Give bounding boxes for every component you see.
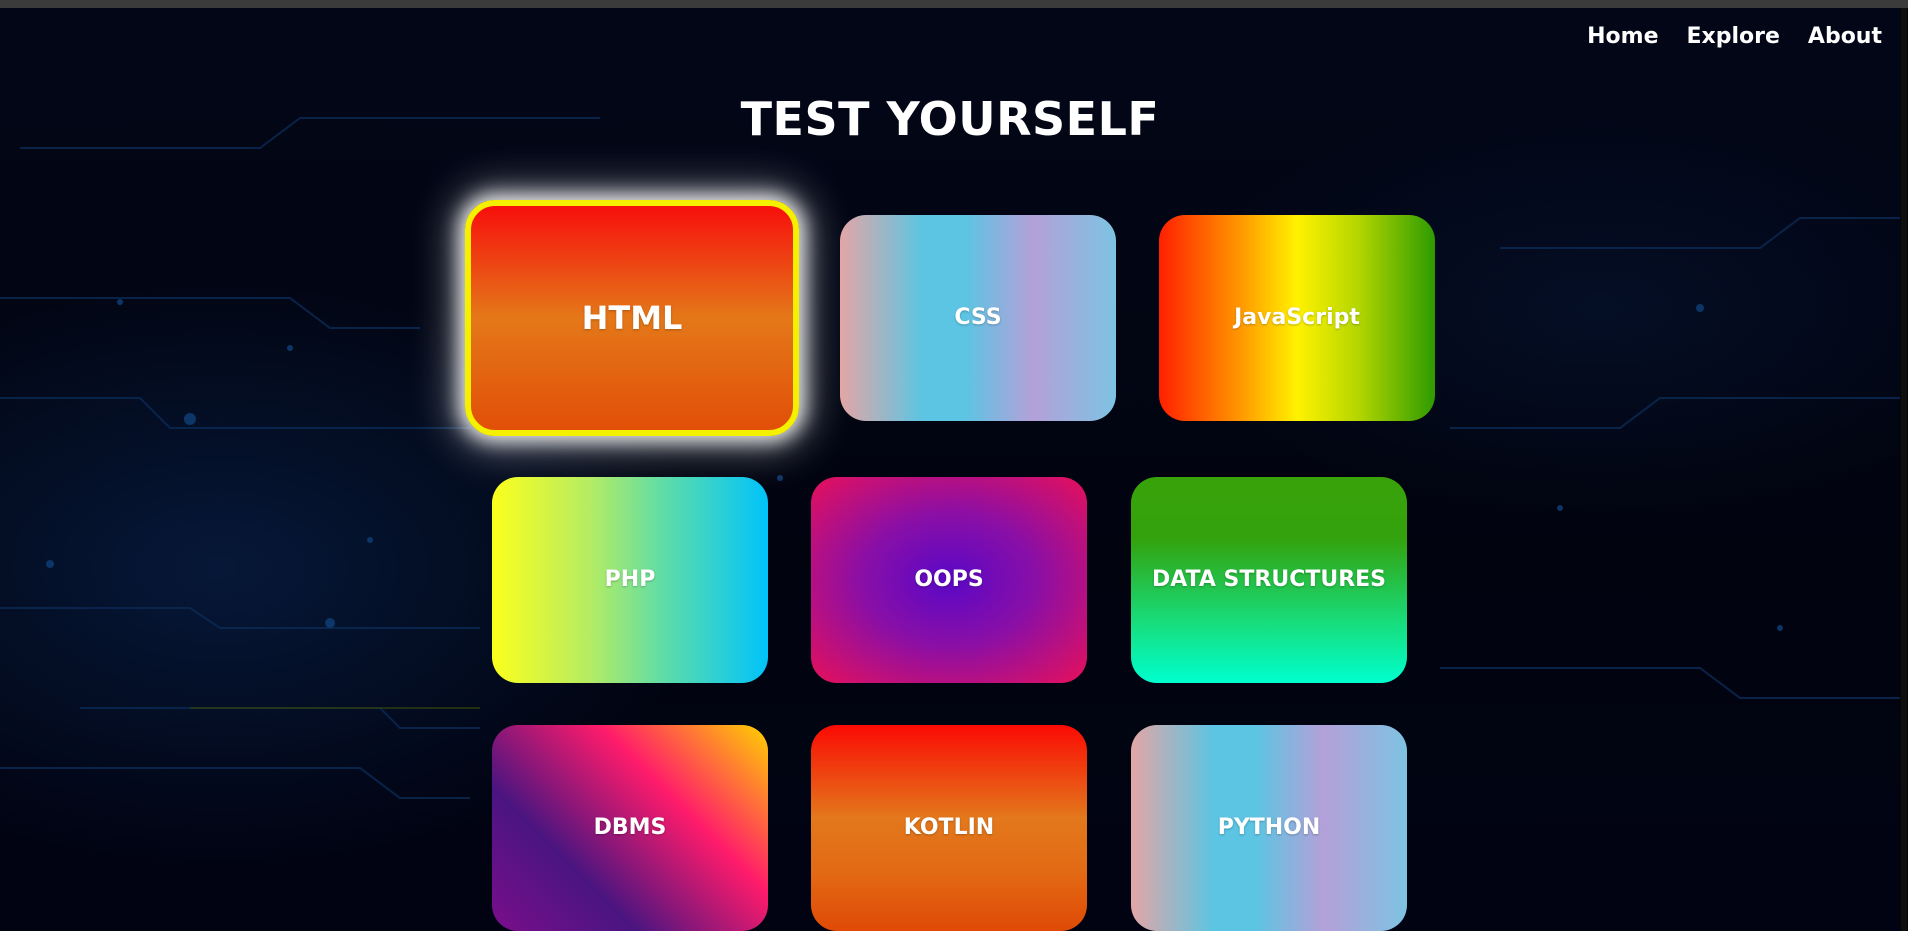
card-label: PYTHON — [1217, 815, 1321, 840]
quiz-card-css[interactable]: CSS — [840, 215, 1116, 421]
nav-link-home[interactable]: Home — [1587, 24, 1658, 49]
vertical-scrollbar[interactable] — [1900, 8, 1908, 931]
top-nav: Home Explore About — [1587, 24, 1882, 49]
scrollbar-thumb[interactable] — [1901, 8, 1907, 931]
nav-link-explore[interactable]: Explore — [1687, 24, 1780, 49]
card-label: DBMS — [593, 815, 667, 840]
page-title: TEST YOURSELF — [740, 92, 1160, 146]
quiz-card-php[interactable]: PHP — [492, 477, 768, 683]
card-label: KOTLIN — [903, 815, 995, 840]
quiz-card-dbms[interactable]: DBMS — [492, 725, 768, 931]
nav-link-about[interactable]: About — [1808, 24, 1882, 49]
card-label: HTML — [581, 299, 683, 337]
window-top-bar — [0, 0, 1908, 8]
card-label: DATA STRUCTURES — [1151, 567, 1387, 592]
card-label: CSS — [954, 305, 1002, 330]
quiz-card-python[interactable]: PYTHON — [1131, 725, 1407, 931]
card-label: OOPS — [914, 567, 984, 592]
quiz-card-kotlin[interactable]: KOTLIN — [811, 725, 1087, 931]
quiz-card-html[interactable]: HTML — [465, 200, 799, 436]
card-label: JavaScript — [1234, 305, 1360, 330]
quiz-card-javascript[interactable]: JavaScript — [1159, 215, 1435, 421]
card-label: PHP — [604, 567, 656, 592]
quiz-card-data-structures[interactable]: DATA STRUCTURES — [1131, 477, 1407, 683]
quiz-card-oops[interactable]: OOPS — [811, 477, 1087, 683]
